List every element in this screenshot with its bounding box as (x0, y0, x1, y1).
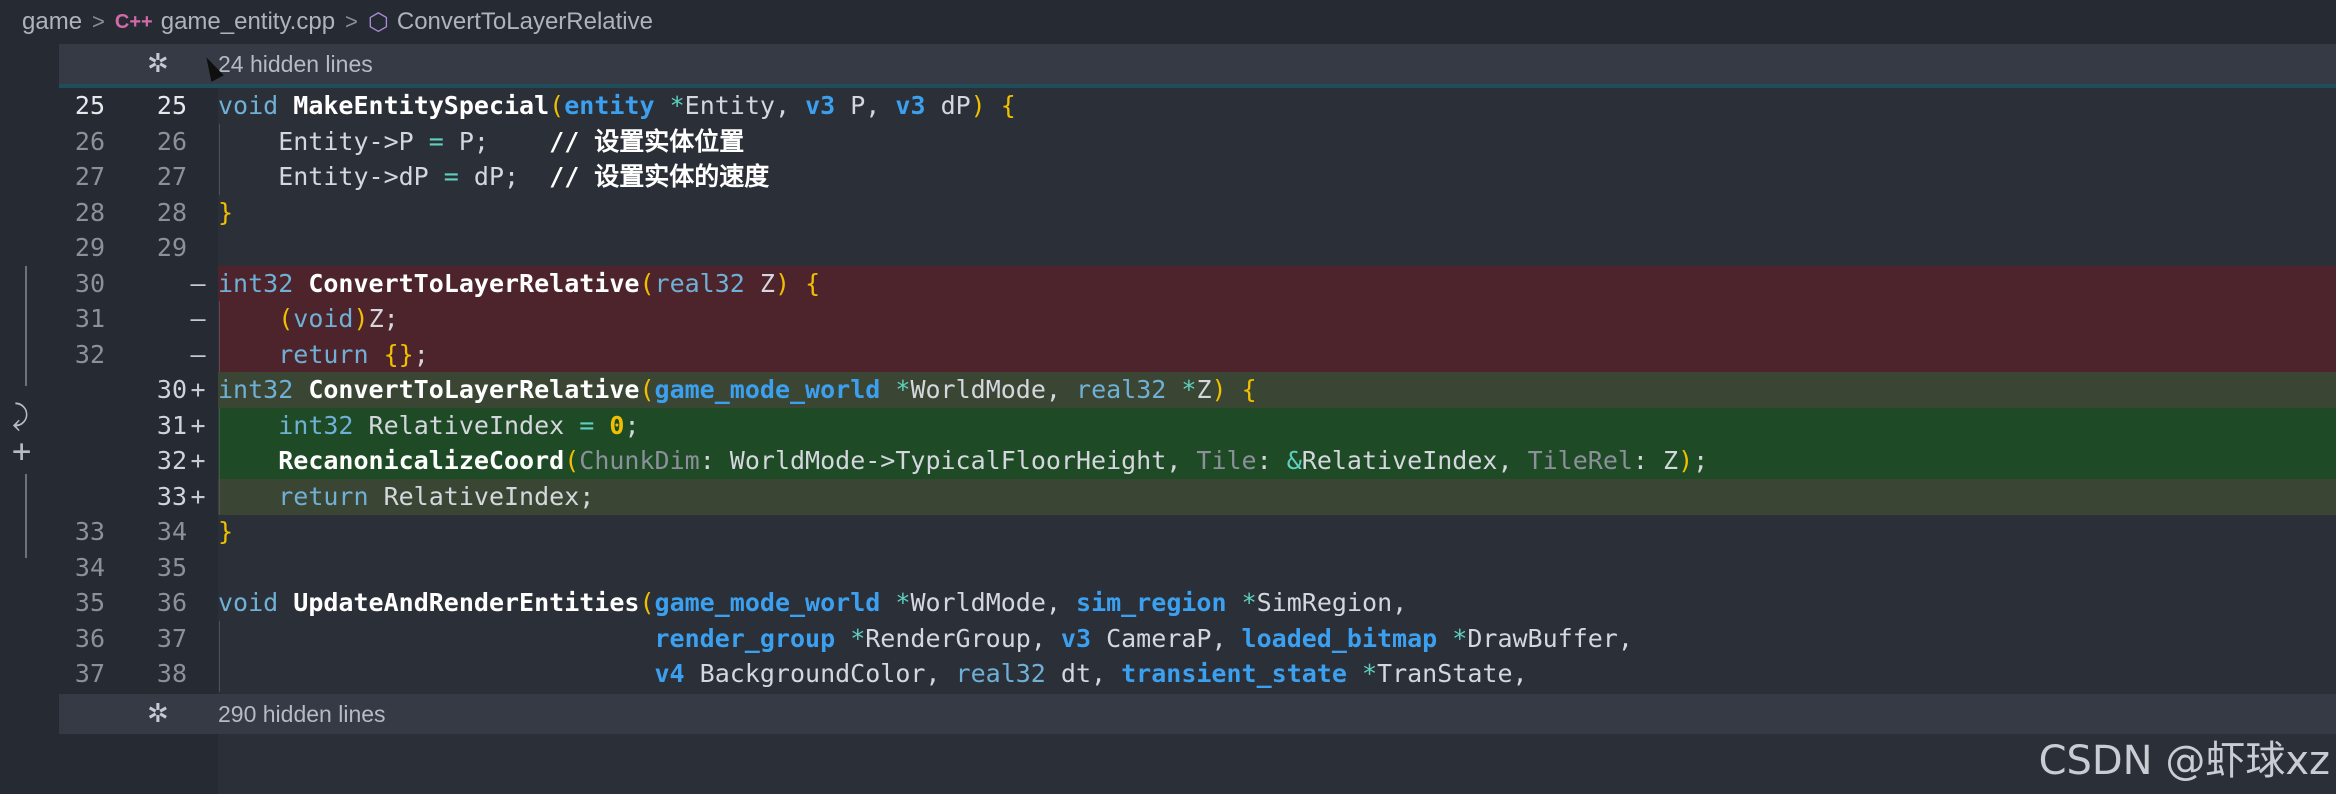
old-line-number: 30 (74, 268, 105, 298)
plus-icon: + (190, 375, 206, 404)
new-line-number: 29 (156, 233, 187, 262)
code-text: Entity->dP = dP; // 设置实体的速度 (218, 162, 770, 191)
old-line-number: 25 (74, 91, 105, 120)
indent-guide (219, 478, 220, 515)
code-text: } (218, 197, 234, 227)
code-line[interactable]: 36 37 render_group *RenderGroup, v3 Camer… (59, 620, 2336, 657)
left-panel: ⤸ + (0, 44, 59, 794)
code-line[interactable]: 35 36 void UpdateAndRenderEntities(game_mo… (59, 585, 2336, 621)
new-line-number: 31 (156, 410, 187, 440)
code-line[interactable]: 34 35 (59, 550, 2336, 586)
new-line-number: 34 (156, 517, 187, 546)
code-text: int32 ConvertToLayerRelative(real32 Z) { (218, 268, 821, 298)
new-line-number: 32 (156, 446, 187, 475)
old-line-number: 26 (74, 126, 105, 156)
deleted-line[interactable]: 32 — return {}; (59, 336, 2336, 373)
added-line[interactable]: 32 + RecanonicalizeCoord(ChunkDim: WorldM… (59, 443, 2336, 479)
new-line-number: 36 (156, 588, 187, 617)
diff-highlight (218, 301, 2336, 337)
new-line-number: 28 (156, 197, 187, 227)
new-line-number: 30 (156, 375, 187, 404)
added-line[interactable]: 31 + int32 RelativeIndex = 0; (59, 407, 2336, 444)
new-line-number: 37 (156, 623, 187, 653)
new-line-number: 26 (156, 126, 187, 156)
breadcrumb-file[interactable]: game_entity.cpp (161, 8, 335, 36)
code-text: return {}; (278, 339, 429, 369)
cube-icon: ⬡ (367, 8, 389, 36)
chevron-right-icon: > (92, 9, 105, 34)
indent-guide (219, 407, 220, 444)
scope-line (25, 266, 27, 386)
minus-icon: — (190, 339, 206, 369)
old-line-number: 28 (74, 197, 105, 227)
code-line[interactable]: 27 27 Entity->dP = dP; // 设置实体的速度 (59, 159, 2336, 195)
code-text: v4 BackgroundColor, real32 dt, transient… (654, 659, 1528, 688)
snowflake-icon: ✲ (147, 48, 169, 78)
minus-icon: — (190, 304, 206, 333)
minus-icon: — (190, 268, 206, 298)
new-line-number: 33 (156, 481, 187, 511)
hidden-lines-label: 290 hidden lines (218, 701, 386, 727)
new-line-number: 25 (156, 91, 187, 120)
cpp-file-icon: C++ (114, 10, 153, 33)
code-text: int32 ConvertToLayerRelative(game_mode_w… (218, 375, 1257, 404)
breadcrumb-symbol[interactable]: ConvertToLayerRelative (397, 8, 653, 36)
hidden-lines-fold-bottom[interactable]: ✲ 290 hidden lines (59, 694, 2336, 734)
revert-icon[interactable]: ⤸ (12, 399, 29, 433)
indent-guide (219, 159, 220, 195)
new-line-number: 38 (156, 659, 187, 688)
old-line-number: 35 (74, 588, 105, 617)
breadcrumb: game > C++ game_entity.cpp > ⬡ ConvertTo… (0, 0, 2336, 44)
old-line-number: 36 (74, 623, 105, 653)
new-line-number: 35 (156, 552, 187, 582)
plus-icon: + (190, 481, 206, 511)
code-line[interactable]: 33 34} (59, 514, 2336, 550)
deleted-line[interactable]: 30 — int32 ConvertToLayerRelative(real32 Z… (59, 265, 2336, 302)
code-line[interactable]: 26 26 Entity->P = P; // 设置实体位置 (59, 123, 2336, 160)
code-text: render_group *RenderGroup, v3 CameraP, l… (654, 623, 1633, 653)
code-text: void UpdateAndRenderEntities(game_mode_w… (218, 588, 1408, 617)
code-text: (void)Z; (278, 304, 399, 333)
code-text: return RelativeIndex; (278, 481, 595, 511)
code-text: } (218, 517, 234, 546)
code-line[interactable]: 37 38 v4 BackgroundColor, real32 dt, tran… (59, 656, 2336, 692)
hidden-lines-fold-top[interactable]: ✲ 24 hidden lines (59, 44, 2336, 88)
added-line[interactable]: 30 + int32 ConvertToLayerRelative(game_mod… (59, 372, 2336, 408)
deleted-line[interactable]: 31 — (void)Z; (59, 301, 2336, 337)
old-line-number: 32 (74, 339, 105, 369)
old-line-number: 33 (74, 517, 105, 546)
added-line[interactable]: 33 + return RelativeIndex; (59, 478, 2336, 515)
indent-guide (219, 123, 220, 160)
old-line-number: 29 (74, 233, 105, 262)
plus-icon[interactable]: + (12, 432, 31, 470)
plus-icon: + (190, 410, 206, 440)
breadcrumb-root[interactable]: game (22, 8, 82, 36)
code-text: int32 RelativeIndex = 0; (278, 410, 640, 440)
old-line-number: 31 (74, 304, 105, 333)
code-line[interactable]: 28 28} (59, 195, 2336, 231)
indent-guide (219, 336, 220, 373)
scope-line (25, 474, 27, 558)
indent-guide (219, 301, 220, 337)
hidden-lines-label: 24 hidden lines (218, 51, 373, 77)
code-text: RecanonicalizeCoord(ChunkDim: WorldMode-… (278, 446, 1709, 475)
watermark: CSDN @虾球xz (2038, 738, 2330, 784)
chevron-right-icon: > (345, 9, 358, 34)
old-line-number: 27 (74, 162, 105, 191)
old-line-number: 34 (74, 552, 105, 582)
snowflake-icon: ✲ (147, 698, 169, 728)
code-line[interactable]: 25 25 void MakeEntitySpecial(entity *Entit… (59, 88, 2336, 124)
indent-guide (219, 656, 220, 692)
indent-guide (219, 443, 220, 479)
indent-guide (219, 620, 220, 657)
code-text: void MakeEntitySpecial(entity *Entity, v… (218, 91, 1016, 120)
plus-icon: + (190, 446, 206, 475)
diff-highlight (218, 336, 2336, 373)
old-line-number: 37 (74, 659, 105, 688)
code-text: Entity->P = P; // 设置实体位置 (218, 126, 745, 156)
code-line[interactable]: 29 29 (59, 230, 2336, 266)
new-line-number: 27 (156, 162, 187, 191)
